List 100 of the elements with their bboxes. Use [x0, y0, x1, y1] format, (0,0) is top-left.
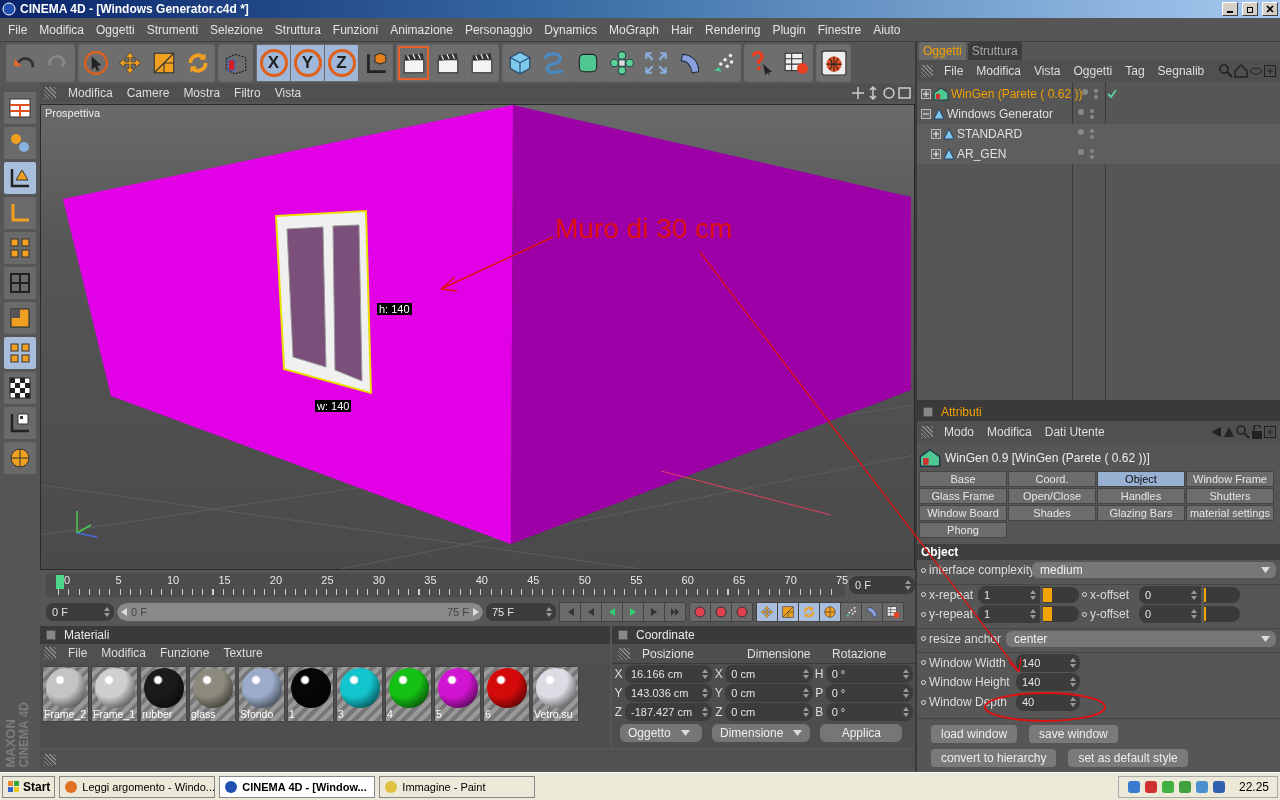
taskbar-button[interactable]: Leggi argomento - Windo...: [59, 775, 216, 798]
coordinate-field[interactable]: 0 °: [825, 683, 913, 702]
frame-field[interactable]: 0 F: [849, 576, 915, 594]
menu-item[interactable]: Funzioni: [326, 22, 385, 37]
tool-button[interactable]: [431, 45, 464, 81]
key-button[interactable]: [862, 603, 882, 621]
action-button[interactable]: save window: [1029, 725, 1118, 743]
menu-item[interactable]: Tag: [1119, 64, 1151, 78]
attribute-tab[interactable]: Shades: [1008, 505, 1096, 521]
action-button[interactable]: convert to hierarchy: [931, 749, 1057, 767]
coordinate-field[interactable]: -187.427 cm: [625, 702, 713, 721]
apply-button[interactable]: Applica: [820, 724, 903, 742]
material-swatch[interactable]: 5: [434, 666, 481, 722]
key-button[interactable]: [820, 603, 840, 621]
material-swatch[interactable]: Sfondo: [238, 666, 285, 722]
coordinate-field[interactable]: 0 cm: [725, 664, 813, 683]
tool-button[interactable]: [359, 45, 392, 81]
tool-button[interactable]: [779, 45, 812, 81]
key-button[interactable]: [883, 603, 903, 621]
slider-track[interactable]: [1043, 586, 1079, 603]
menu-item[interactable]: Finestre: [811, 22, 868, 37]
menu-item[interactable]: Hair: [665, 22, 700, 37]
coordinate-field[interactable]: 0 °: [825, 664, 913, 683]
attribute-tab[interactable]: Handles: [1097, 488, 1185, 504]
menu-item[interactable]: Personaggio: [458, 22, 539, 37]
material-swatch[interactable]: rubber: [140, 666, 187, 722]
restore-button[interactable]: [1242, 2, 1258, 16]
axis-button[interactable]: X: [257, 45, 290, 81]
menu-item[interactable]: Strumenti: [140, 22, 205, 37]
action-button[interactable]: load window: [931, 725, 1018, 743]
transport-button[interactable]: [623, 603, 643, 621]
menu-item[interactable]: Dynamics: [538, 22, 603, 37]
slider-track[interactable]: [1204, 586, 1240, 603]
menu-item[interactable]: File: [62, 646, 94, 660]
coordinate-field[interactable]: 16.166 cm: [625, 664, 713, 683]
tool-button[interactable]: [147, 45, 180, 81]
mode-dropdown[interactable]: Oggetto: [620, 724, 702, 742]
mode-button[interactable]: [4, 407, 36, 439]
end-frame-field[interactable]: 75 F: [486, 603, 556, 621]
transport-button[interactable]: [602, 603, 622, 621]
slider-track[interactable]: [1043, 606, 1079, 622]
tool-button[interactable]: [465, 45, 498, 81]
coordinate-field[interactable]: 0 °: [825, 702, 913, 721]
material-swatch[interactable]: 6: [483, 666, 530, 722]
attribute-tab[interactable]: Window Frame: [1186, 471, 1274, 487]
number-field[interactable]: 1: [978, 605, 1040, 623]
menu-item[interactable]: Animazione: [384, 22, 459, 37]
menu-item[interactable]: Plugin: [766, 22, 812, 37]
attribute-tab[interactable]: material settings: [1186, 505, 1274, 521]
menu-item[interactable]: Modifica: [62, 86, 119, 100]
viewport[interactable]: Prospettiva Muro di 30 cm h: 140 w: 140: [40, 104, 915, 570]
mode-button[interactable]: [4, 92, 36, 124]
transport-button[interactable]: [581, 603, 601, 621]
action-button[interactable]: set as default style: [1068, 749, 1188, 767]
start-frame-field[interactable]: 0 F: [46, 603, 114, 621]
menu-item[interactable]: Oggetti: [90, 22, 141, 37]
taskbar-button[interactable]: Immagine - Paint: [379, 775, 536, 798]
menu-item[interactable]: Rendering: [699, 22, 767, 37]
attribute-tab[interactable]: Coord.: [1008, 471, 1096, 487]
menu-item[interactable]: Vista: [268, 86, 308, 100]
record-button[interactable]: [690, 603, 710, 621]
menu-item[interactable]: Dati Utente: [1038, 425, 1111, 439]
number-field[interactable]: 1: [978, 585, 1040, 604]
key-button[interactable]: [778, 603, 798, 621]
attribute-tab[interactable]: Window Board: [919, 505, 1007, 521]
attribute-tab[interactable]: Open/Close: [1008, 488, 1096, 504]
size-dropdown[interactable]: Dimensione: [712, 724, 811, 742]
dropdown[interactable]: medium: [1032, 562, 1276, 578]
mode-button[interactable]: [4, 162, 36, 194]
menu-item[interactable]: File: [938, 64, 970, 78]
number-field[interactable]: 0: [1139, 585, 1201, 604]
panel-tab[interactable]: Struttura: [967, 42, 1022, 60]
attribute-tab[interactable]: Glass Frame: [919, 488, 1007, 504]
coordinate-field[interactable]: 0 cm: [725, 702, 813, 721]
menu-item[interactable]: Modifica: [33, 22, 91, 37]
menu-item[interactable]: File: [2, 22, 34, 37]
menu-item[interactable]: Funzione: [154, 646, 216, 660]
taskbar-button[interactable]: CINEMA 4D - [Window...: [219, 775, 376, 798]
menu-item[interactable]: Oggetti: [1067, 64, 1119, 78]
menu-item[interactable]: MoGraph: [603, 22, 665, 37]
transport-button[interactable]: [560, 603, 580, 621]
menu-item[interactable]: Modifica: [970, 64, 1028, 78]
key-button[interactable]: [841, 603, 861, 621]
menu-item[interactable]: Aiuto: [867, 22, 907, 37]
tool-button[interactable]: [605, 45, 638, 81]
menu-item[interactable]: Vista: [1028, 64, 1067, 78]
menu-item[interactable]: Struttura: [268, 22, 327, 37]
attribute-tab[interactable]: Phong: [919, 522, 1007, 538]
menu-item[interactable]: Segnalib: [1151, 64, 1211, 78]
tool-button[interactable]: [397, 45, 430, 81]
close-button[interactable]: [1262, 2, 1278, 16]
number-field[interactable]: 140: [1016, 673, 1080, 691]
material-swatch[interactable]: 4: [385, 666, 432, 722]
start-button[interactable]: Start: [2, 775, 56, 798]
coordinate-field[interactable]: 143.036 cm: [625, 683, 713, 702]
record-button[interactable]: [711, 603, 731, 621]
menu-item[interactable]: Selezione: [204, 22, 269, 37]
slider-track[interactable]: [1204, 606, 1240, 622]
mode-button[interactable]: [4, 372, 36, 404]
axis-button[interactable]: Y: [291, 45, 324, 81]
